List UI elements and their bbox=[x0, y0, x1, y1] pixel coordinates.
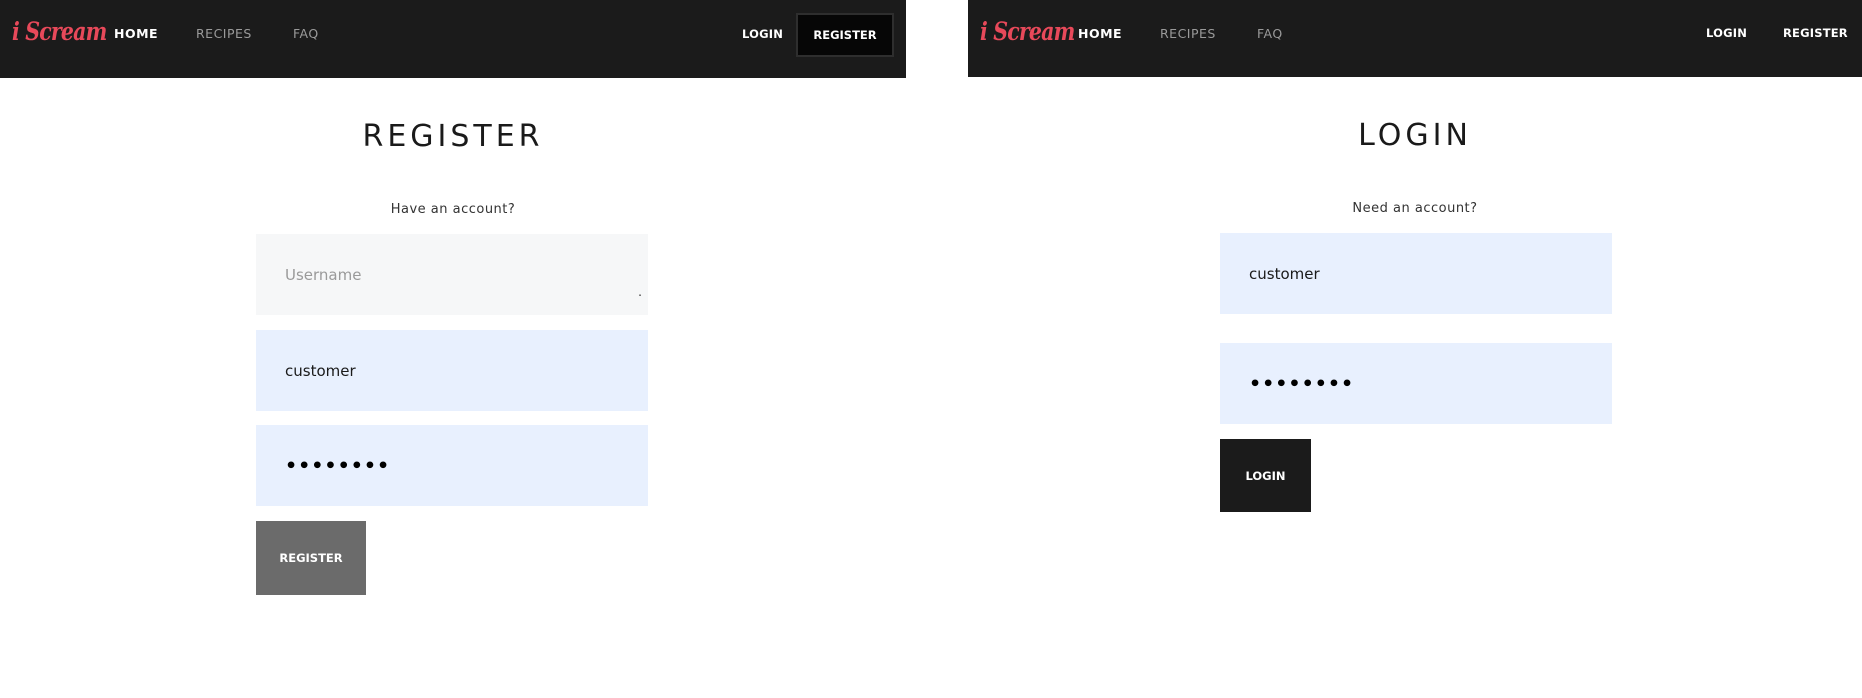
password-field[interactable]: •••••••• bbox=[256, 425, 648, 506]
email-field[interactable]: customer bbox=[256, 330, 648, 411]
password-value: •••••••• bbox=[1249, 372, 1355, 395]
need-account-link[interactable]: Need an account? bbox=[968, 201, 1862, 216]
register-submit-button[interactable]: REGISTER bbox=[256, 521, 366, 595]
nav-recipes-link[interactable]: RECIPES bbox=[196, 26, 252, 41]
username-value: customer bbox=[1249, 264, 1320, 283]
have-account-link[interactable]: Have an account? bbox=[0, 202, 906, 217]
nav-register-button[interactable]: REGISTER bbox=[796, 13, 894, 57]
nav-recipes-link[interactable]: RECIPES bbox=[1160, 26, 1216, 41]
field-marker: . bbox=[638, 285, 642, 299]
username-field[interactable]: customer bbox=[1220, 233, 1612, 314]
nav-login-link[interactable]: LOGIN bbox=[1706, 26, 1747, 40]
brand-logo[interactable]: i Scream bbox=[12, 17, 107, 46]
register-page: i Scream HOME RECIPES FAQ LOGIN REGISTER… bbox=[0, 0, 906, 698]
nav-login-link[interactable]: LOGIN bbox=[742, 27, 783, 41]
navbar: i Scream HOME RECIPES FAQ LOGIN REGISTER bbox=[968, 0, 1862, 77]
navbar: i Scream HOME RECIPES FAQ LOGIN REGISTER bbox=[0, 0, 906, 78]
nav-register-link[interactable]: REGISTER bbox=[1783, 26, 1848, 40]
login-submit-button[interactable]: LOGIN bbox=[1220, 439, 1311, 512]
username-field[interactable]: Username . bbox=[256, 234, 648, 315]
nav-faq-link[interactable]: FAQ bbox=[1257, 26, 1283, 41]
password-value: •••••••• bbox=[285, 454, 391, 477]
page-title: REGISTER bbox=[362, 119, 544, 154]
nav-home-link[interactable]: HOME bbox=[1078, 26, 1122, 41]
email-value: customer bbox=[285, 361, 356, 380]
password-field[interactable]: •••••••• bbox=[1220, 343, 1612, 424]
nav-faq-link[interactable]: FAQ bbox=[293, 26, 319, 41]
nav-home-link[interactable]: HOME bbox=[114, 26, 158, 41]
login-page: i Scream HOME RECIPES FAQ LOGIN REGISTER… bbox=[968, 0, 1862, 698]
page-title: LOGIN bbox=[1358, 118, 1472, 153]
brand-logo[interactable]: i Scream bbox=[980, 17, 1075, 46]
username-placeholder: Username bbox=[285, 265, 362, 284]
